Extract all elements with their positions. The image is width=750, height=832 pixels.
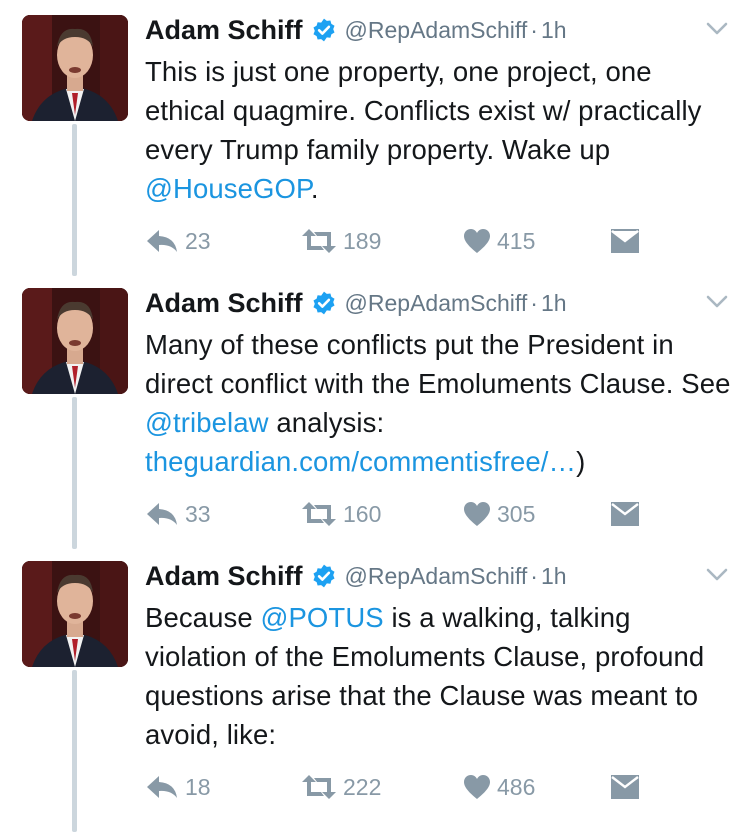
- author-name[interactable]: Adam Schiff: [145, 15, 303, 46]
- tweet-1[interactable]: Adam Schiff @RepAdamSchiff · 1h This is …: [0, 0, 750, 276]
- retweet-button[interactable]: 222: [301, 772, 381, 802]
- author-handle[interactable]: @RepAdamSchiff: [345, 290, 528, 317]
- reply-count: 18: [185, 773, 211, 800]
- heart-icon: [464, 502, 490, 526]
- tweet-actions: 33 160 305: [145, 499, 645, 529]
- timestamp[interactable]: 1h: [541, 17, 567, 44]
- author-name[interactable]: Adam Schiff: [145, 288, 303, 319]
- thread-line: [72, 124, 77, 276]
- tweet-header: Adam Schiff @RepAdamSchiff · 1h: [145, 285, 567, 321]
- like-count: 415: [497, 227, 536, 254]
- text-segment: This is just one property, one project, …: [145, 56, 702, 165]
- reply-icon: [147, 776, 177, 798]
- verified-badge-icon: [313, 564, 335, 588]
- reply-icon: [147, 503, 177, 525]
- envelope-icon: [611, 229, 639, 253]
- tweet-actions: 18 222 486: [145, 772, 645, 802]
- avatar[interactable]: [22, 15, 128, 121]
- like-count: 486: [497, 773, 536, 800]
- separator: ·: [530, 289, 538, 316]
- envelope-icon: [611, 502, 639, 526]
- reply-button[interactable]: 33: [145, 499, 211, 529]
- tweet-actions: 23 189 415: [145, 226, 645, 256]
- like-button[interactable]: 415: [463, 226, 535, 256]
- author-handle[interactable]: @RepAdamSchiff: [345, 563, 528, 590]
- tweet-header: Adam Schiff @RepAdamSchiff · 1h: [145, 558, 567, 594]
- thread-line: [72, 397, 77, 549]
- tweet-2[interactable]: Adam Schiff @RepAdamSchiff · 1h Many of …: [0, 273, 750, 549]
- mention-link[interactable]: @tribelaw: [145, 407, 269, 438]
- chevron-down-icon[interactable]: [706, 568, 728, 582]
- author-name[interactable]: Adam Schiff: [145, 561, 303, 592]
- like-button[interactable]: 305: [463, 499, 535, 529]
- tweet-header: Adam Schiff @RepAdamSchiff · 1h: [145, 12, 567, 48]
- reply-button[interactable]: 18: [145, 772, 211, 802]
- chevron-down-icon[interactable]: [706, 22, 728, 36]
- reply-count: 23: [185, 227, 211, 254]
- retweet-count: 222: [343, 773, 382, 800]
- separator: ·: [530, 16, 538, 43]
- avatar[interactable]: [22, 288, 128, 394]
- reply-count: 33: [185, 500, 211, 527]
- timestamp[interactable]: 1h: [541, 563, 567, 590]
- heart-icon: [464, 775, 490, 799]
- separator: ·: [530, 562, 538, 589]
- thread-line: [72, 670, 77, 832]
- author-handle[interactable]: @RepAdamSchiff: [345, 17, 528, 44]
- retweet-icon: [302, 775, 336, 799]
- reply-button[interactable]: 23: [145, 226, 211, 256]
- chevron-down-icon[interactable]: [706, 295, 728, 309]
- text-segment: Many of these conflicts put the Presiden…: [145, 329, 731, 399]
- tweet-3[interactable]: Adam Schiff @RepAdamSchiff · 1h Because …: [0, 546, 750, 832]
- verified-badge-icon: [313, 18, 335, 42]
- retweet-icon: [302, 229, 336, 253]
- like-count: 305: [497, 500, 536, 527]
- text-segment: .: [310, 173, 319, 204]
- envelope-icon: [611, 775, 639, 799]
- direct-message-button[interactable]: [610, 499, 640, 529]
- avatar[interactable]: [22, 561, 128, 667]
- text-segment: Because: [145, 602, 261, 633]
- tweet-text: This is just one property, one project, …: [145, 52, 735, 208]
- retweet-count: 189: [343, 227, 382, 254]
- direct-message-button[interactable]: [610, 226, 640, 256]
- text-segment: analysis:: [268, 407, 385, 438]
- mention-link[interactable]: @HouseGOP: [145, 173, 311, 204]
- like-button[interactable]: 486: [463, 772, 535, 802]
- verified-badge-icon: [313, 291, 335, 315]
- tweet-text: Because @POTUS is a walking, talking vio…: [145, 598, 735, 754]
- text-segment: ): [576, 446, 586, 477]
- retweet-icon: [302, 502, 336, 526]
- retweet-button[interactable]: 189: [301, 226, 381, 256]
- reply-icon: [147, 230, 177, 252]
- tweet-text: Many of these conflicts put the Presiden…: [145, 325, 735, 481]
- direct-message-button[interactable]: [610, 772, 640, 802]
- timestamp[interactable]: 1h: [541, 290, 567, 317]
- retweet-button[interactable]: 160: [301, 499, 381, 529]
- heart-icon: [464, 229, 490, 253]
- mention-link[interactable]: @POTUS: [260, 602, 383, 633]
- retweet-count: 160: [343, 500, 382, 527]
- url-link[interactable]: theguardian.com/commentisfree/…: [145, 446, 576, 477]
